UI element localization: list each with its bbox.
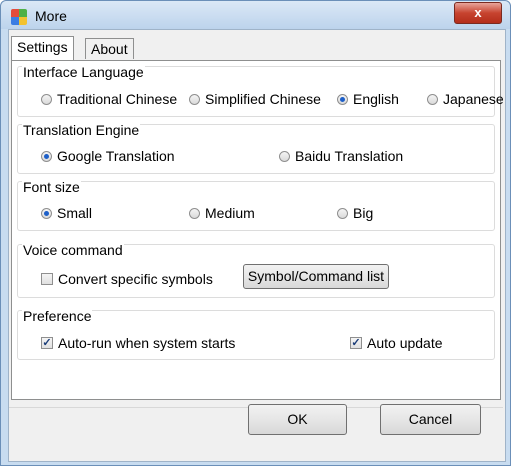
radio-label: Baidu Translation: [295, 148, 404, 164]
radio-indicator-selected: [41, 150, 52, 162]
window-title: More: [35, 8, 67, 24]
radio-label: English: [353, 91, 399, 107]
cancel-button[interactable]: Cancel: [380, 404, 481, 435]
radio-label: Medium: [205, 205, 255, 221]
preference-group: Preference ✓ Auto-run when system starts…: [17, 308, 495, 360]
dialog-body: Settings About Interface Language Tradit…: [8, 29, 506, 462]
radio-indicator: [337, 207, 348, 219]
radio-big[interactable]: Big: [337, 205, 373, 221]
font-size-title: Font size: [22, 179, 81, 195]
preference-title: Preference: [22, 308, 93, 324]
close-button[interactable]: x: [454, 2, 502, 24]
voice-command-group: Voice command Convert specific symbols S…: [17, 242, 495, 298]
translation-engine-title: Translation Engine: [22, 122, 141, 138]
radio-medium[interactable]: Medium: [189, 205, 255, 221]
radio-indicator-selected: [41, 207, 52, 219]
radio-indicator: [41, 93, 52, 105]
radio-google-translation[interactable]: Google Translation: [41, 148, 175, 164]
autorun-checkbox[interactable]: ✓ Auto-run when system starts: [41, 335, 235, 351]
checkbox-label: Auto-run when system starts: [58, 335, 236, 351]
radio-label: Japanese: [443, 91, 504, 107]
radio-label: Google Translation: [57, 148, 175, 164]
radio-japanese[interactable]: Japanese: [427, 91, 504, 107]
convert-symbols-checkbox[interactable]: Convert specific symbols: [41, 271, 213, 287]
radio-label: Big: [353, 205, 374, 221]
voice-command-title: Voice command: [22, 242, 124, 258]
checkbox-box: [41, 273, 53, 285]
checkbox-label: Convert specific symbols: [58, 271, 213, 287]
radio-label: Small: [57, 205, 93, 221]
title-bar[interactable]: More x: [1, 1, 510, 29]
app-icon: [11, 9, 27, 25]
autoupdate-checkbox[interactable]: ✓ Auto update: [350, 335, 443, 351]
interface-language-group: Interface Language Traditional Chinese S…: [17, 64, 504, 117]
checkbox-label: Auto update: [367, 335, 443, 351]
radio-indicator: [189, 207, 200, 219]
settings-panel: Interface Language Traditional Chinese S…: [11, 60, 504, 400]
radio-indicator: [427, 93, 438, 105]
tab-settings[interactable]: Settings: [11, 36, 74, 60]
font-size-group: Font size Small Medium Big: [17, 179, 495, 231]
translation-engine-group: Translation Engine Google Translation Ba…: [17, 122, 495, 174]
symbol-command-list-button[interactable]: Symbol/Command list: [243, 264, 389, 289]
radio-indicator-selected: [337, 93, 348, 105]
interface-language-title: Interface Language: [22, 64, 145, 80]
radio-simplified-chinese[interactable]: Simplified Chinese: [189, 91, 321, 107]
more-dialog: More x Settings About Interface Language…: [0, 0, 511, 466]
radio-traditional-chinese[interactable]: Traditional Chinese: [41, 91, 177, 107]
radio-indicator: [279, 150, 290, 162]
radio-small[interactable]: Small: [41, 205, 92, 221]
radio-label: Simplified Chinese: [205, 91, 321, 107]
checkmark-icon: ✓: [41, 337, 53, 349]
checkmark-icon: ✓: [350, 337, 362, 349]
radio-baidu-translation[interactable]: Baidu Translation: [279, 148, 403, 164]
radio-english[interactable]: English: [337, 91, 399, 107]
radio-label: Traditional Chinese: [57, 91, 178, 107]
ok-button[interactable]: OK: [248, 404, 347, 435]
tab-about[interactable]: About: [85, 38, 134, 59]
radio-indicator: [189, 93, 200, 105]
